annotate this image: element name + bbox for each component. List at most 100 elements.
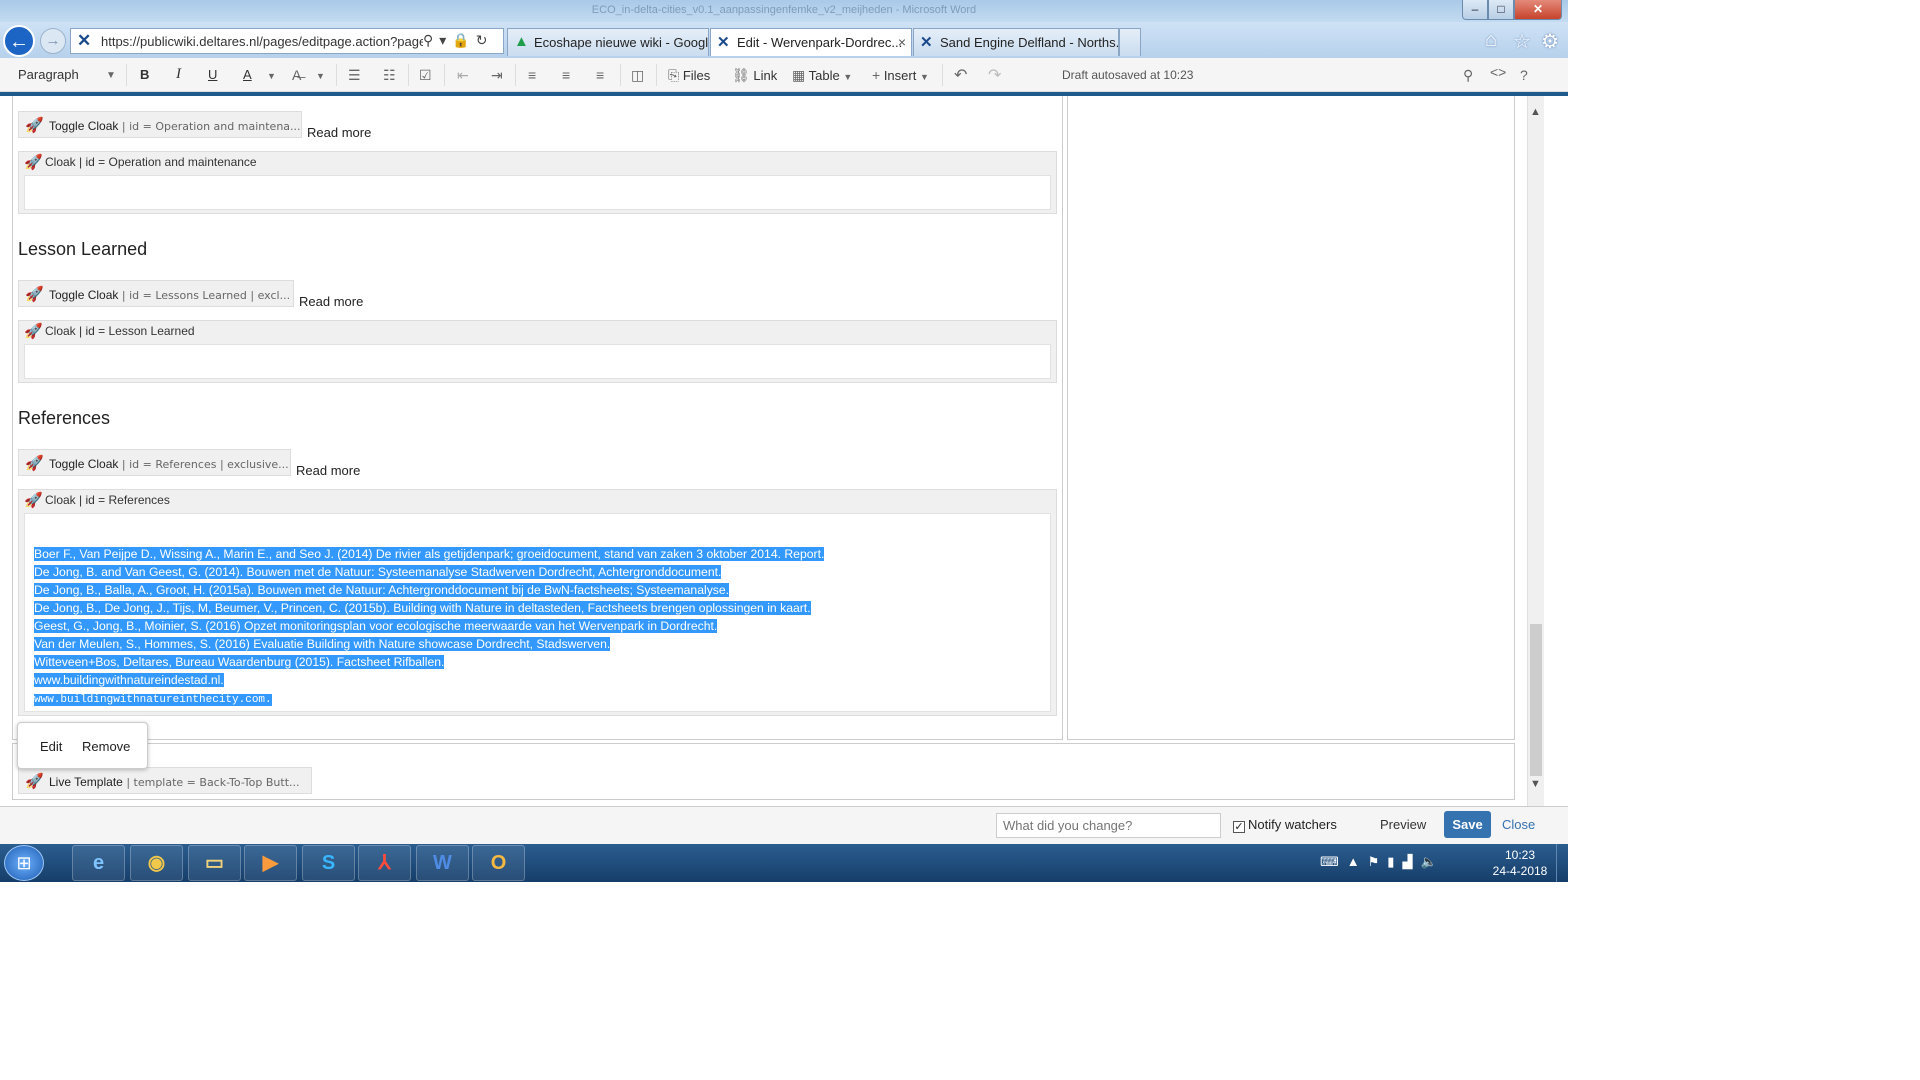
outlook-icon[interactable]: O: [472, 845, 525, 881]
show-desktop-button[interactable]: [1556, 844, 1568, 882]
battery-icon[interactable]: ▮: [1387, 854, 1402, 869]
text-color-button[interactable]: A: [243, 67, 252, 82]
maximize-button[interactable]: □: [1488, 0, 1514, 20]
keyboard-icon[interactable]: ⌨: [1320, 854, 1347, 869]
cloak-body[interactable]: [24, 175, 1051, 210]
action-center-flag-icon[interactable]: ⚑: [1368, 854, 1388, 869]
reference-item[interactable]: De Jong, B., Balla, A., Groot, H. (2015a…: [34, 581, 824, 599]
close-button[interactable]: Close: [1502, 817, 1535, 832]
cloak-macro-references[interactable]: 🚀 Cloak | id = References Boer F., Van Pe…: [18, 489, 1057, 716]
search-icon[interactable]: ⚲: [423, 32, 433, 48]
align-left-icon[interactable]: ≡: [528, 67, 536, 83]
preview-button[interactable]: Preview: [1380, 817, 1426, 832]
source-editor-icon[interactable]: <>: [1490, 64, 1506, 80]
chevron-down-icon[interactable]: ▼: [106, 70, 116, 81]
favorites-star-icon[interactable]: ☆: [1513, 29, 1531, 54]
toggle-cloak-macro-references[interactable]: 🚀 Toggle Cloak | id = References | exclu…: [18, 449, 291, 476]
reference-item[interactable]: Van der Meulen, S., Hommes, S. (2016) Ev…: [34, 635, 824, 653]
toggle-cloak-macro-lessons[interactable]: 🚀 Toggle Cloak | id = Lessons Learned | …: [18, 280, 294, 307]
outdent-icon[interactable]: ⇤: [457, 67, 469, 84]
undo-icon[interactable]: ↶: [954, 65, 967, 85]
cloak-header: 🚀 Cloak | id = Lesson Learned: [19, 321, 195, 343]
link-icon: ⛓: [732, 67, 750, 83]
cloak-macro-lessons[interactable]: 🚀 Cloak | id = Lesson Learned: [18, 320, 1057, 383]
checkbox-checked-icon[interactable]: ✓: [1233, 821, 1245, 833]
paragraph-format-dropdown[interactable]: Paragraph: [18, 67, 79, 82]
back-button[interactable]: ←: [3, 25, 35, 57]
underline-button[interactable]: U: [208, 67, 217, 82]
forward-button[interactable]: →: [40, 28, 66, 54]
autosave-status: Draft autosaved at 10:23: [1062, 68, 1194, 82]
indent-icon[interactable]: ⇥: [491, 67, 503, 84]
tab-sand-engine[interactable]: ✕ Sand Engine Delfland - Norths...: [913, 28, 1119, 56]
chevron-down-icon[interactable]: ▼: [267, 71, 276, 81]
align-center-icon[interactable]: ≡: [562, 67, 570, 83]
vertical-scrollbar[interactable]: ▲ ▼: [1527, 96, 1544, 806]
bullet-list-icon[interactable]: ☰: [348, 67, 361, 84]
files-button[interactable]: ⎘ Files: [668, 67, 710, 84]
italic-button[interactable]: I: [176, 66, 181, 83]
macro-name: Toggle Cloak: [49, 288, 119, 302]
word-icon[interactable]: W: [416, 845, 469, 881]
show-hidden-icons-icon[interactable]: ▲: [1347, 854, 1368, 869]
numbered-list-icon[interactable]: ☷: [383, 67, 396, 84]
table-button[interactable]: ▦ Table ▼: [792, 67, 852, 84]
tab-close-icon[interactable]: ×: [898, 34, 906, 50]
page-layout-icon[interactable]: ◫: [631, 67, 644, 84]
scroll-down-icon[interactable]: ▼: [1530, 778, 1541, 790]
help-icon[interactable]: ?: [1520, 67, 1528, 83]
align-right-icon[interactable]: ≡: [596, 67, 604, 83]
reference-link[interactable]: www.buildingwithnatureindestad.nl.: [34, 671, 824, 689]
notify-watchers-checkbox[interactable]: ✓ Notify watchers: [1233, 817, 1337, 833]
link-button[interactable]: ⛓ Link: [732, 67, 777, 84]
edit-button[interactable]: Edit: [40, 739, 62, 754]
file-explorer-icon[interactable]: ▭: [188, 845, 241, 881]
reference-item[interactable]: Boer F., Van Peijpe D., Wissing A., Mari…: [34, 545, 825, 563]
skype-icon[interactable]: S: [302, 845, 355, 881]
more-formatting-icon[interactable]: A̶: [292, 67, 301, 83]
reference-item[interactable]: De Jong, B., De Jong, J., Tijs, M, Beume…: [34, 599, 824, 617]
internet-explorer-icon[interactable]: e: [72, 845, 125, 881]
reference-item[interactable]: De Jong, B. and Van Geest, G. (2014). Bo…: [34, 563, 824, 581]
macro-params: | template = Back-To-Top Butt...: [122, 776, 300, 789]
address-bar[interactable]: ✕ https://publicwiki.deltares.nl/pages/e…: [70, 28, 504, 54]
editor-canvas[interactable]: 🚀 Toggle Cloak | id = Operation and main…: [0, 96, 1527, 806]
find-icon[interactable]: ⚲: [1463, 67, 1473, 84]
minimize-button[interactable]: –: [1462, 0, 1488, 20]
reference-item[interactable]: Geest, G., Jong, B., Moinier, S. (2016) …: [34, 617, 824, 635]
start-button[interactable]: ⊞: [4, 845, 44, 881]
reference-link[interactable]: www.buildingwithnatureinthecity.com.: [34, 689, 824, 707]
scrollbar-thumb[interactable]: [1530, 624, 1542, 776]
reference-list[interactable]: Boer F., Van Peijpe D., Wissing A., Mari…: [34, 545, 825, 707]
scroll-up-icon[interactable]: ▲: [1530, 106, 1541, 118]
tab-edit-wervenpark[interactable]: ✕ Edit - Wervenpark-Dordrec... ×: [710, 28, 912, 56]
cloak-body[interactable]: [24, 344, 1051, 379]
redo-icon[interactable]: ↷: [988, 65, 1001, 85]
toggle-cloak-macro-operation[interactable]: 🚀 Toggle Cloak | id = Operation and main…: [18, 111, 302, 138]
dropdown-icon[interactable]: ▾: [439, 32, 446, 48]
network-icon[interactable]: ▟: [1402, 854, 1420, 869]
chrome-icon[interactable]: ◉: [130, 845, 183, 881]
chevron-down-icon[interactable]: ▼: [316, 71, 325, 81]
system-clock[interactable]: 10:23 24-4-2018: [1488, 847, 1552, 879]
bold-button[interactable]: B: [140, 67, 149, 82]
side-column[interactable]: [1067, 96, 1515, 740]
save-button[interactable]: Save: [1444, 811, 1491, 838]
insert-button[interactable]: + Insert ▼: [872, 67, 929, 83]
refresh-icon[interactable]: ↻: [476, 32, 488, 48]
volume-icon[interactable]: 🔈: [1420, 854, 1444, 869]
close-window-button[interactable]: ✕: [1514, 0, 1562, 20]
change-comment-input[interactable]: [996, 813, 1221, 838]
remove-button[interactable]: Remove: [82, 739, 130, 754]
task-list-icon[interactable]: ☑: [419, 67, 432, 84]
reference-item[interactable]: Witteveen+Bos, Deltares, Bureau Waardenb…: [34, 653, 824, 671]
tab-ecoshape[interactable]: ▲ Ecoshape nieuwe wiki - Googl...: [507, 28, 709, 56]
gear-icon[interactable]: ⚙: [1541, 29, 1559, 54]
new-tab-button[interactable]: [1119, 28, 1141, 56]
acrobat-icon[interactable]: ⅄: [358, 845, 411, 881]
media-player-icon[interactable]: ▶: [244, 845, 297, 881]
cloak-macro-operation[interactable]: 🚀 Cloak | id = Operation and maintenance: [18, 151, 1057, 214]
live-template-macro[interactable]: 🚀 Live Template | template = Back-To-Top…: [18, 767, 312, 794]
cloak-body[interactable]: Boer F., Van Peijpe D., Wissing A., Mari…: [24, 513, 1051, 712]
home-icon[interactable]: ⌂: [1485, 29, 1497, 52]
